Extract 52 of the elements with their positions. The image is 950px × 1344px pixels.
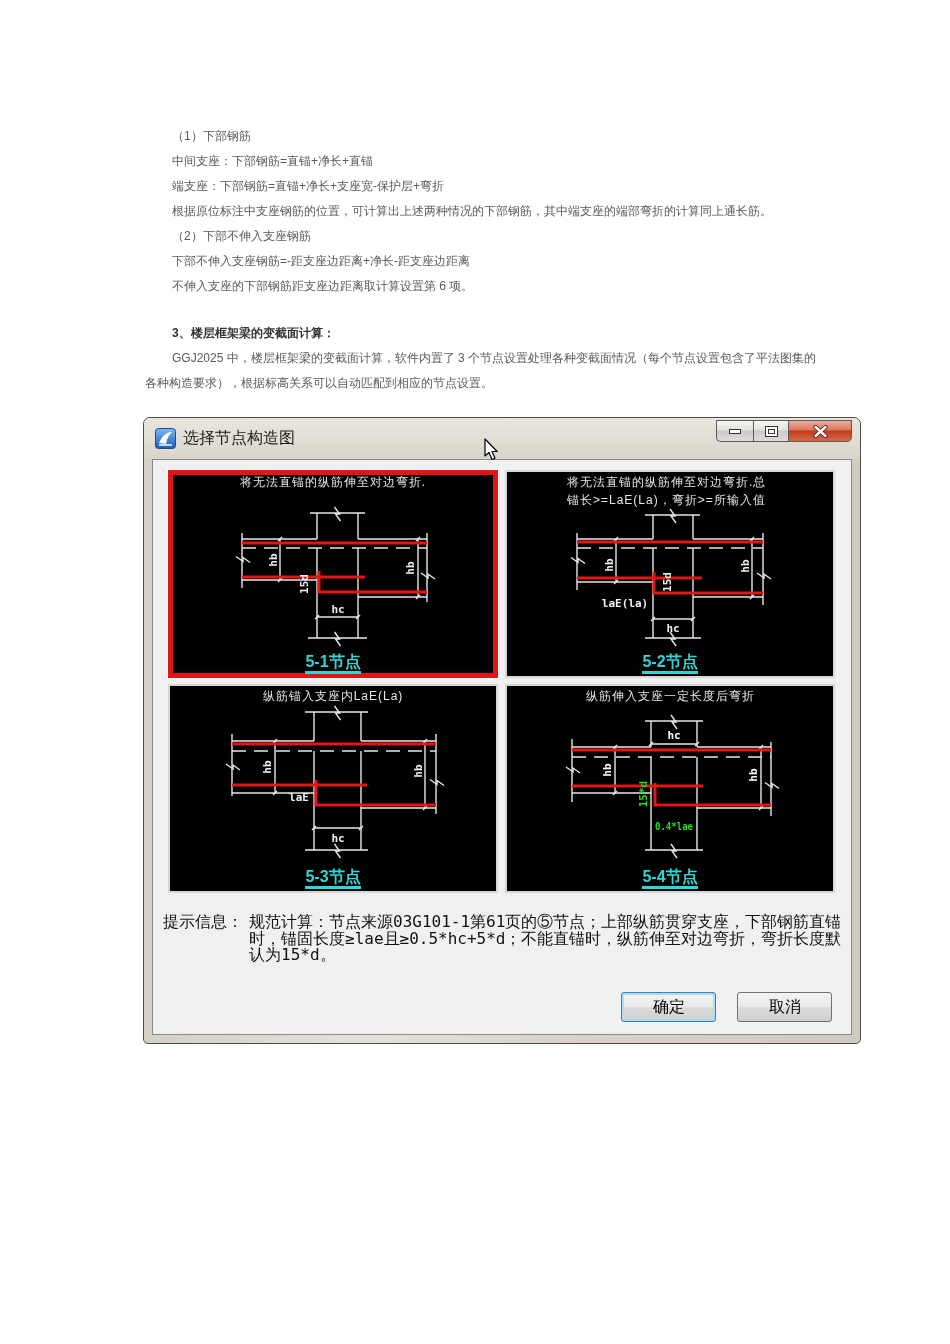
- close-button[interactable]: [789, 420, 852, 442]
- node-label: 5-3节点: [305, 868, 361, 889]
- dimension-label: laE: [289, 790, 309, 804]
- maximize-button[interactable]: [753, 420, 789, 442]
- dimension-label: 15*d: [636, 780, 650, 808]
- option-caption: 纵筋锚入支座内LaE(La): [262, 688, 404, 705]
- node-label: 5-2节点: [642, 653, 698, 674]
- joint-option[interactable]: 将无法直锚的纵筋伸至对边弯折.总锚长>=LaE(La)，弯折>=所输入值 hb hb 15d laE(la) hc 5-2节点: [505, 470, 835, 678]
- dimension-label: hc: [331, 831, 345, 845]
- minimize-icon: [729, 428, 741, 434]
- dimension-label: hb: [260, 760, 274, 774]
- dimension-label: laE(la): [601, 596, 649, 610]
- maximize-icon: [764, 425, 778, 437]
- dimension-label: hb: [746, 768, 760, 782]
- dimension-label: hb: [266, 553, 280, 567]
- dimension-label: 15d: [660, 572, 674, 592]
- joint-option[interactable]: 纵筋伸入支座一定长度后弯折 hc hb hb 15*d 0.4*lae 5-4节点: [505, 684, 835, 893]
- dimension-label: hb: [403, 561, 417, 575]
- dimension-label: hc: [666, 621, 680, 635]
- minimize-button[interactable]: [716, 420, 753, 442]
- dimension-label: hb: [602, 558, 616, 572]
- dimension-label: 15d: [297, 574, 311, 594]
- section-heading: 3、楼层框架梁的变截面计算：: [171, 325, 336, 342]
- dialog-button[interactable]: 取消: [737, 992, 832, 1022]
- paragraph: 不伸入支座的下部钢筋距支座边距离取计算设置第 6 项。: [171, 278, 475, 295]
- paragraph: （1）下部钢筋: [171, 128, 252, 145]
- paragraph: 端支座：下部钢筋=直锚+净长+支座宽-保护层+弯折: [171, 178, 446, 195]
- option-caption: 将无法直锚的纵筋伸至对边弯折.: [239, 474, 427, 491]
- hint-label: 提示信息：: [163, 914, 244, 932]
- paragraph: 中间支座：下部钢筋=直锚+净长+直锚: [171, 153, 375, 170]
- dimension-label: hb: [411, 764, 425, 778]
- dimension-label: hb: [600, 763, 614, 777]
- joint-option[interactable]: 将无法直锚的纵筋伸至对边弯折. hb hb 15d hc 5-1节点: [168, 470, 498, 678]
- joint-option[interactable]: 纵筋锚入支座内LaE(La) hb hb laE hc 5-3节点: [168, 684, 498, 893]
- paragraph: GGJ2025 中，楼层框架梁的变截面计算，软件内置了 3 个节点设置处理各种变截面情况（每个节点设置包含了平法图集的各种构造要求），根据标高关系可以自动匹配到相应的节点设置。: [145, 350, 817, 392]
- dialog-button[interactable]: 确定: [621, 992, 716, 1022]
- dimension-label: hb: [738, 559, 752, 573]
- window-title: 选择节点构造图: [183, 428, 295, 449]
- paragraph: 下部不伸入支座钢筋=-距支座边距离+净长-距支座边距离: [171, 253, 471, 270]
- hint-message: 规范计算：节点来源03G101-1第61页的⑤节点；上部纵筋贯穿支座，下部钢筋直锚时，锚固长度≥lae且≥0.5*hc+5*d；不能直锚时，纵筋伸至对边弯折，弯折长度默认为15*d。: [249, 914, 843, 964]
- close-icon: [812, 424, 828, 438]
- dimension-label: 0.4*lae: [655, 819, 702, 833]
- node-label: 5-1节点: [305, 653, 361, 674]
- mouse-pointer-icon: [484, 438, 499, 461]
- paragraph: 根据原位标注中支座钢筋的位置，可计算出上述两种情况的下部钢筋，其中端支座的端部弯折的计算同上通长筋。: [171, 203, 773, 220]
- option-caption: 将无法直锚的纵筋伸至对边弯折.总锚长>=LaE(La)，弯折>=所输入值: [567, 474, 768, 509]
- dimension-label: hc: [331, 602, 345, 616]
- node-label: 5-4节点: [642, 868, 698, 889]
- app-icon: [155, 428, 176, 449]
- dimension-label: hc: [667, 728, 681, 742]
- option-caption: 纵筋伸入支座一定长度后弯折: [585, 688, 755, 705]
- paragraph: （2）下部不伸入支座钢筋: [171, 228, 312, 245]
